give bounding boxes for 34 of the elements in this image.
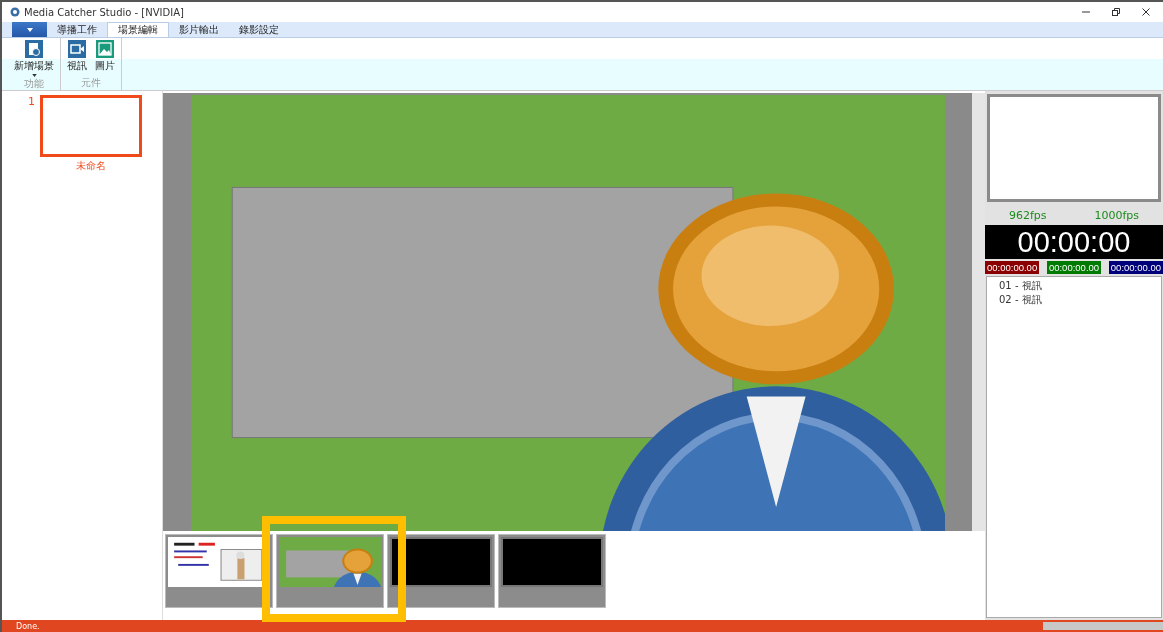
timecode: 00:00:00.00: [1046, 261, 1102, 274]
timecode: 00:00:00.00: [985, 261, 1040, 274]
fps-reading: 1000fps: [1094, 209, 1140, 222]
scene-thumbnail[interactable]: [387, 534, 495, 608]
ribbon-tab[interactable]: 場景編輯: [107, 22, 169, 37]
group-label: 元件: [81, 76, 101, 90]
fps-reading: 962fps: [1008, 209, 1047, 222]
ribbon-button[interactable]: 新增場景: [12, 40, 56, 77]
ribbon-tab[interactable]: 錄影設定: [229, 22, 289, 37]
scene-thumbnail[interactable]: [276, 534, 384, 608]
source-item[interactable]: 02 - 視訊: [999, 293, 1042, 307]
timecode: 00:00:00.00: [1108, 261, 1163, 274]
status-text: Done.: [16, 621, 40, 631]
app-icon: [10, 7, 20, 17]
app-menu-button[interactable]: [12, 22, 47, 37]
group-label: 功能: [24, 77, 44, 91]
timer-display: 00:00:00: [985, 225, 1163, 259]
scene-thumbnail[interactable]: [40, 95, 142, 157]
ribbon-button[interactable]: 圖片: [93, 40, 117, 76]
camera-icon: [68, 40, 86, 58]
scene-number: 1: [28, 95, 35, 110]
image-icon: [96, 40, 114, 58]
scene-name: 未命名: [76, 159, 106, 173]
ribbon-tab[interactable]: 影片輸出: [169, 22, 229, 37]
caret-icon: [26, 27, 33, 32]
ribbon-button[interactable]: 視訊: [65, 40, 89, 76]
close-icon[interactable]: [1141, 7, 1151, 17]
scene-thumbnail[interactable]: [498, 534, 606, 608]
window-title: Media Catcher Studio - [NVIDIA]: [24, 6, 184, 18]
restore-icon[interactable]: [1111, 7, 1121, 17]
document-icon: [25, 40, 43, 58]
ribbon-tab[interactable]: 導播工作: [47, 22, 107, 37]
scene-thumbnail[interactable]: [165, 534, 273, 608]
source-item[interactable]: 01 - 視訊: [999, 279, 1042, 293]
